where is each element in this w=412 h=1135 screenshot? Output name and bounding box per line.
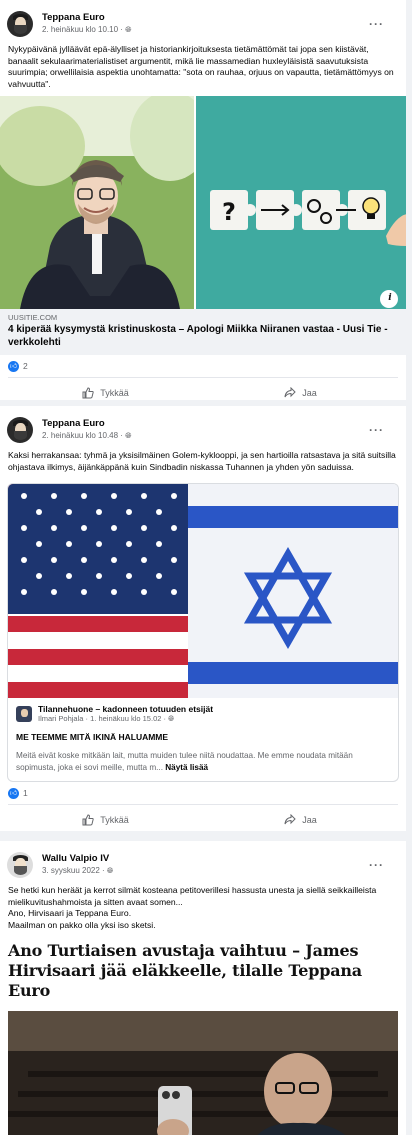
flags-image[interactable] [7, 483, 399, 698]
share-label: Jaa [302, 387, 317, 398]
post-text-line: Se hetki kun heräät ja kerrot silmät kos… [8, 885, 377, 907]
post-text-line: Maailman on pakko olla yksi iso sketsi. [8, 919, 156, 930]
man-photo [0, 96, 195, 309]
post-header: Teppana Euro 2. heinäkuu klo 10.10 · 🌐︎ … [0, 0, 406, 40]
info-icon[interactable]: i [383, 291, 397, 305]
shared-post-text: Meitä eivät koske mitkään lait, mutta mu… [16, 751, 353, 772]
avatar[interactable] [7, 417, 33, 443]
svg-text:?: ? [222, 198, 236, 226]
group-avatar[interactable] [16, 706, 32, 722]
shared-post-sub[interactable]: Ilmari Pohjala · 1. heinäkuu klo 15.02 ·… [38, 714, 213, 724]
post-text: Kaksi herrakansaa: tyhmä ja yksisilmäine… [8, 450, 396, 472]
reaction-summary[interactable]: 👍︎ 2 [0, 355, 406, 377]
link-preview[interactable]: UUSITIE.COM 4 kiperää kysymystä kristinu… [0, 309, 406, 355]
post-author[interactable]: Teppana Euro [42, 418, 132, 430]
globe-icon: 🌐︎ [125, 25, 132, 34]
post-header: Wallu Valpio IV 3. syyskuu 2022 · 🌐︎ ··· [0, 841, 406, 881]
link-domain: UUSITIE.COM [8, 313, 58, 322]
news-headline: Ano Turtiaisen avustaja vaihtuu – James … [8, 941, 362, 1000]
more-options-icon[interactable]: ··· [369, 17, 398, 31]
post-author[interactable]: Wallu Valpio IV [42, 853, 113, 865]
globe-icon: 🌐︎ [106, 866, 114, 875]
post-time[interactable]: 3. syyskuu 2022 · 🌐︎ [42, 865, 113, 877]
share-label: Jaa [302, 814, 317, 825]
like-button[interactable]: Tykkää [8, 386, 203, 399]
post-2: Teppana Euro 2. heinäkuu klo 10.48 · 🌐︎ … [0, 406, 406, 831]
share-icon [284, 813, 296, 824]
share-button[interactable]: Jaa [203, 386, 398, 399]
like-label: Tykkää [100, 814, 129, 825]
news-photo [8, 1011, 398, 1135]
reaction-count: 2 [23, 361, 28, 371]
news-screenshot[interactable]: Ano Turtiaisen avustaja vaihtuu – James … [0, 937, 406, 1135]
thumbs-up-icon [82, 386, 94, 398]
action-bar: Tykkää Jaa [8, 804, 398, 834]
shared-post-title: ME TEEMME MITÄ IKINÄ HALUAMME [16, 732, 169, 742]
like-label: Tykkää [100, 387, 129, 398]
reaction-summary[interactable]: 👍︎ 1 [0, 782, 406, 804]
post-text: Se hetki kun heräät ja kerrot silmät kos… [0, 881, 406, 937]
see-more-link[interactable]: Näytä lisää [165, 763, 208, 772]
action-bar: Tykkää Jaa [8, 377, 398, 407]
puzzle-photo: ? i [196, 96, 406, 309]
avatar[interactable] [7, 852, 33, 878]
link-title[interactable]: 4 kiperää kysymystä kristinuskosta – Apo… [8, 324, 398, 349]
shared-post[interactable]: Tilannehuone – kadonneen totuuden etsijä… [7, 698, 399, 782]
avatar[interactable] [7, 11, 33, 37]
more-options-icon[interactable]: ··· [369, 423, 398, 437]
post-text-line: Ano, Hirvisaari ja Teppana Euro. [8, 908, 132, 918]
like-button[interactable]: Tykkää [8, 813, 203, 826]
reaction-count: 1 [23, 788, 28, 798]
post-text: Nykypäivänä jylläävät epä-älylliset ja h… [8, 44, 394, 89]
post-time[interactable]: 2. heinäkuu klo 10.48 · 🌐︎ [42, 430, 132, 442]
thumbs-up-icon [82, 813, 94, 825]
globe-icon: 🌐︎ [168, 714, 175, 723]
link-preview-images[interactable]: ? i [0, 96, 406, 309]
more-options-icon[interactable]: ··· [369, 858, 398, 872]
like-reaction-icon: 👍︎ [8, 787, 19, 799]
share-icon [284, 386, 296, 397]
globe-icon: 🌐︎ [125, 431, 132, 440]
post-1: Teppana Euro 2. heinäkuu klo 10.10 · 🌐︎ … [0, 0, 406, 400]
like-reaction-icon: 👍︎ [8, 360, 19, 372]
post-time[interactable]: 2. heinäkuu klo 10.10 · 🌐︎ [42, 24, 132, 36]
post-3: Wallu Valpio IV 3. syyskuu 2022 · 🌐︎ ···… [0, 841, 406, 1135]
share-button[interactable]: Jaa [203, 813, 398, 826]
shared-group-name[interactable]: Tilannehuone – kadonneen totuuden etsijä… [38, 704, 213, 714]
post-header: Teppana Euro 2. heinäkuu klo 10.48 · 🌐︎ … [0, 406, 406, 446]
post-author[interactable]: Teppana Euro [42, 12, 132, 24]
